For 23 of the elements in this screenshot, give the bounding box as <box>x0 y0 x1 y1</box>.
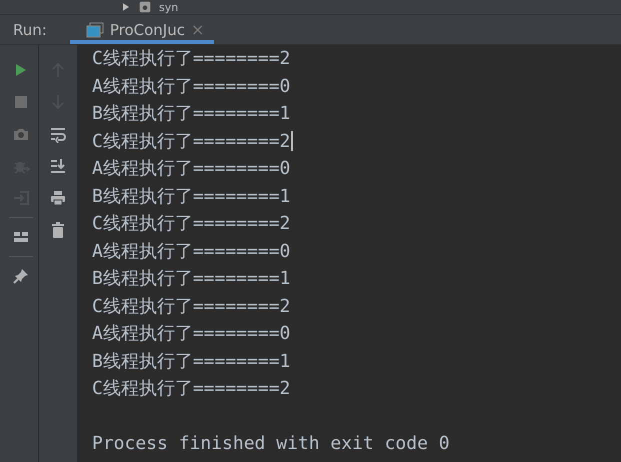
console-line: A线程执行了========0 <box>92 74 290 98</box>
console-line: C线程执行了========2 <box>92 47 290 71</box>
trash-icon[interactable] <box>49 221 67 239</box>
expand-arrow-icon[interactable] <box>122 2 130 12</box>
console-line: B线程执行了========1 <box>92 184 290 208</box>
panel-title: Run: <box>13 20 47 38</box>
scroll-to-end-icon[interactable] <box>49 157 67 175</box>
console-line: A线程执行了========0 <box>92 157 290 181</box>
console-line: Process finished with exit code 0 <box>92 432 450 456</box>
tree-label[interactable]: syn <box>159 0 178 14</box>
wrap-icon[interactable] <box>49 125 67 143</box>
console-line: B线程执行了========1 <box>92 350 290 374</box>
console-line: B线程执行了========1 <box>92 267 290 291</box>
printer-icon[interactable] <box>49 189 67 207</box>
window-icon <box>86 22 104 38</box>
console-line: A线程执行了========0 <box>92 240 290 264</box>
console-line: C线程执行了========2 <box>92 377 290 401</box>
console-line: C线程执行了========2 <box>92 130 290 154</box>
console-line: A线程执行了========0 <box>92 322 290 346</box>
pin-icon[interactable] <box>12 267 30 285</box>
console-line: C线程执行了========2 <box>92 212 290 236</box>
console-line: C线程执行了========2 <box>92 294 290 318</box>
console-line: B线程执行了========1 <box>92 102 290 126</box>
